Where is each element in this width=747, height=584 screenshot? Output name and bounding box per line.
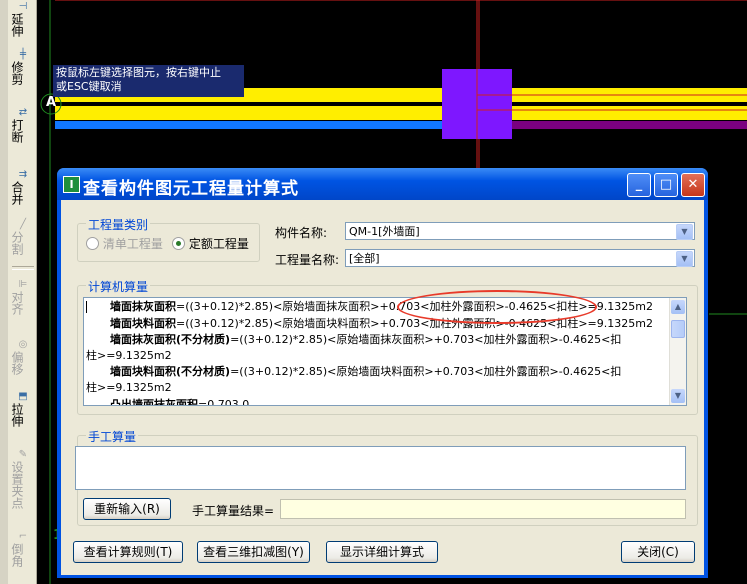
chamfer-icon: ⌐ bbox=[18, 531, 28, 542]
radio-circle-selected bbox=[172, 237, 185, 250]
formula-line-heading: 墙面块料面积(不分材质) bbox=[110, 365, 231, 378]
tool-label: 延伸 bbox=[10, 13, 24, 37]
maximize-button[interactable]: □ bbox=[654, 173, 678, 197]
edit-toolbar: ⊣ 延伸 ╪ 修剪 ⇄ 打断 ⇉ 合并 ╱ 分割 ⊫ 对齐 ◎ 偏移 ⬒ 拉伸 ✎ 设置夹点 ⌐ 倒… bbox=[0, 0, 37, 584]
radio-list-quantity[interactable]: 清单工程量 bbox=[86, 235, 163, 252]
axis-label-a: A bbox=[46, 95, 57, 110]
quantity-type-group: 工程量类别 清单工程量 定额工程量 bbox=[77, 216, 260, 262]
tool-label: 合并 bbox=[10, 181, 24, 205]
formula-vertical-scrollbar[interactable]: ▲ ▼ bbox=[669, 298, 686, 405]
blue-wall-band bbox=[55, 121, 475, 129]
formula-line-text: =((3+0.12)*2.85)<原始墙面块料面积>+0.703<加柱外露面积>… bbox=[230, 365, 622, 378]
toolbar-separator bbox=[12, 266, 34, 270]
minimize-button[interactable]: _ bbox=[627, 173, 651, 197]
formula-line-heading: 墙面抹灰面积 bbox=[110, 300, 176, 313]
yellow-wall-band-lower bbox=[55, 106, 747, 120]
tool-label: 修剪 bbox=[10, 61, 24, 85]
scroll-up-icon[interactable]: ▲ bbox=[671, 300, 685, 314]
radio-quota-quantity[interactable]: 定额工程量 bbox=[172, 235, 249, 252]
quantity-name-label: 工程量名称: bbox=[275, 253, 340, 267]
scroll-down-icon[interactable]: ▼ bbox=[671, 389, 685, 403]
formula-line-text: 柱>=9.1325m2 bbox=[86, 381, 172, 394]
trim-icon: ╪ bbox=[19, 49, 27, 60]
component-name-value: QM-1[外墙面] bbox=[349, 225, 420, 238]
formula-line: 墙面抹灰面积(不分材质)=((3+0.12)*2.85)<原始墙面抹灰面积>+0… bbox=[110, 332, 621, 347]
tool-stretch[interactable]: ⬒ 拉伸 bbox=[10, 391, 36, 428]
cad-tooltip: 按鼠标左键选择图元，按右键中止 或ESC键取消 bbox=[53, 65, 244, 97]
manual-quantity-group-title: 手工算量 bbox=[86, 428, 139, 445]
tool-split[interactable]: ╱ 分割 bbox=[10, 219, 36, 256]
computed-quantity-group-title: 计算机算量 bbox=[86, 278, 151, 295]
tool-label: 打断 bbox=[10, 119, 24, 143]
dialog-client: 工程量类别 清单工程量 定额工程量 构件名称: QM-1[外墙面] ▼ 工程量名… bbox=[61, 200, 704, 575]
tool-label: 偏移 bbox=[10, 351, 24, 375]
formula-line-heading: 墙面块料面积 bbox=[110, 317, 176, 330]
offset-icon: ◎ bbox=[18, 339, 28, 350]
tool-merge[interactable]: ⇉ 合并 bbox=[10, 169, 36, 206]
align-icon: ⊫ bbox=[18, 279, 28, 290]
formula-line-heading: 墙面抹灰面积(不分材质) bbox=[110, 333, 231, 346]
manual-result-field bbox=[280, 499, 686, 519]
stretch-icon: ⬒ bbox=[18, 391, 28, 402]
formula-line-text: 柱>=9.1325m2 bbox=[86, 349, 172, 362]
chevron-down-icon[interactable]: ▼ bbox=[676, 251, 693, 267]
show-detail-formula-button[interactable]: 显示详细计算式 bbox=[326, 541, 438, 563]
tool-label: 倒角 bbox=[10, 543, 24, 567]
radio-quota-quantity-label: 定额工程量 bbox=[188, 237, 249, 251]
formula-line: 墙面块料面积(不分材质)=((3+0.12)*2.85)<原始墙面块料面积>+0… bbox=[110, 364, 621, 379]
formula-line-text: =((3+0.12)*2.85)<原始墙面抹灰面积>+0.703<加柱外露面积>… bbox=[230, 333, 622, 346]
scroll-thumb[interactable] bbox=[671, 320, 685, 338]
split-icon: ╱ bbox=[19, 219, 27, 230]
app-icon: I bbox=[63, 176, 80, 193]
extend-icon: ⊣ bbox=[18, 1, 28, 12]
tool-align[interactable]: ⊫ 对齐 bbox=[10, 279, 36, 316]
tool-label: 分割 bbox=[10, 231, 24, 255]
tool-label: 设置夹点 bbox=[10, 461, 24, 509]
chevron-down-icon[interactable]: ▼ bbox=[676, 224, 693, 240]
formula-line: 柱>=9.1325m2 bbox=[86, 348, 172, 363]
quantity-type-group-title: 工程量类别 bbox=[86, 216, 151, 233]
manual-formula-input[interactable] bbox=[75, 446, 686, 490]
formula-textbox[interactable]: 墙面抹灰面积 =((3+0.12)*2.85)<原始墙面抹灰面积>+0.703<加… bbox=[83, 297, 687, 406]
purple-wall-band bbox=[511, 121, 747, 129]
toolbar-grip bbox=[0, 0, 8, 584]
formula-line-text: =0.703 0 bbox=[198, 398, 250, 406]
component-name-label: 构件名称: bbox=[275, 226, 328, 240]
radio-circle bbox=[86, 237, 99, 250]
tooltip-line-1: 按鼠标左键选择图元，按右键中止 bbox=[56, 66, 221, 79]
formula-line-text: =((3+0.12)*2.85)<原始墙面块料面积>+0.703<加柱外露面积>… bbox=[176, 317, 653, 330]
break-icon: ⇄ bbox=[18, 107, 28, 118]
tool-break[interactable]: ⇄ 打断 bbox=[10, 107, 36, 144]
dialog-title: 查看构件图元工程量计算式 bbox=[83, 179, 299, 199]
view-rules-button[interactable]: 查看计算规则(T) bbox=[73, 541, 183, 563]
quantity-formula-dialog: I 查看构件图元工程量计算式 _ □ ✕ 工程量类别 清单工程量 定额工程量 构… bbox=[57, 168, 708, 578]
formula-line: 凸出墙面抹灰面积=0.703 0 bbox=[110, 397, 250, 406]
tooltip-line-2: 或ESC键取消 bbox=[56, 80, 122, 93]
text-caret bbox=[86, 301, 87, 313]
tool-extend[interactable]: ⊣ 延伸 bbox=[10, 1, 36, 38]
tool-set-grip[interactable]: ✎ 设置夹点 bbox=[10, 449, 36, 510]
close-button[interactable]: 关闭(C) bbox=[621, 541, 695, 563]
formula-line: 柱>=9.1325m2 bbox=[86, 380, 172, 395]
tool-offset[interactable]: ◎ 偏移 bbox=[10, 339, 36, 376]
quantity-name-value: [全部] bbox=[349, 252, 380, 265]
quantity-name-select[interactable]: [全部] ▼ bbox=[345, 249, 695, 267]
dialog-titlebar[interactable]: I 查看构件图元工程量计算式 _ □ ✕ bbox=[57, 168, 708, 200]
close-window-button[interactable]: ✕ bbox=[681, 173, 705, 197]
tool-trim[interactable]: ╪ 修剪 bbox=[10, 49, 36, 86]
red-highlight-ellipse bbox=[397, 290, 597, 324]
radio-list-quantity-label: 清单工程量 bbox=[102, 237, 163, 251]
manual-result-label: 手工算量结果= bbox=[192, 504, 275, 518]
formula-line-heading: 凸出墙面抹灰面积 bbox=[110, 398, 198, 406]
merge-icon: ⇉ bbox=[18, 169, 28, 180]
component-name-select[interactable]: QM-1[外墙面] ▼ bbox=[345, 222, 695, 240]
tool-label: 对齐 bbox=[10, 291, 24, 315]
grip-icon: ✎ bbox=[18, 449, 28, 460]
tool-label: 拉伸 bbox=[10, 403, 24, 427]
tool-chamfer[interactable]: ⌐ 倒角 bbox=[10, 531, 36, 568]
view-3d-deduction-button[interactable]: 查看三维扣减图(Y) bbox=[197, 541, 310, 563]
reenter-button[interactable]: 重新输入(R) bbox=[83, 498, 171, 520]
